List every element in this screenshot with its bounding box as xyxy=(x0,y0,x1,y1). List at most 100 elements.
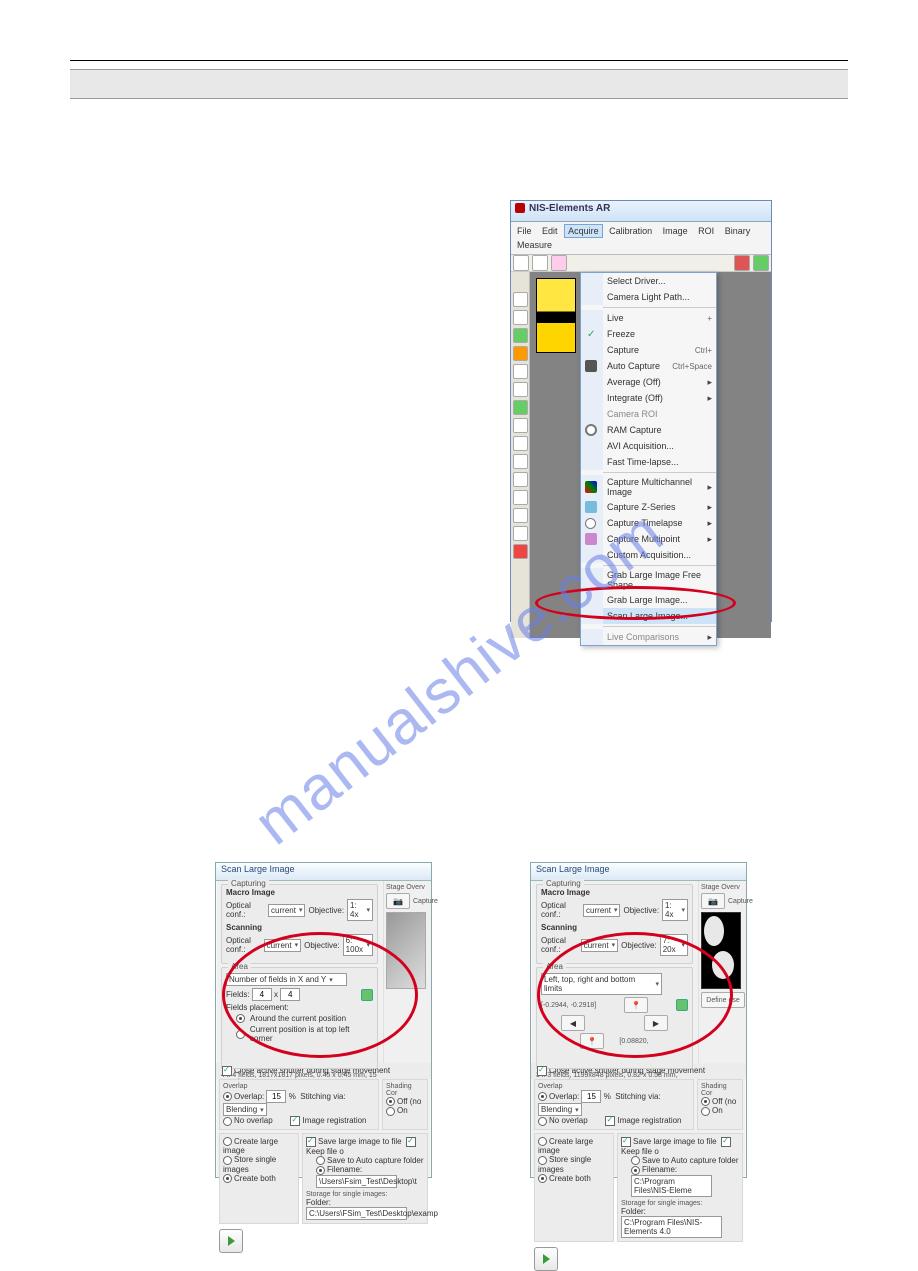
chk-save-large[interactable] xyxy=(306,1137,316,1147)
menu-measure[interactable]: Measure xyxy=(513,238,556,252)
radio-filename[interactable] xyxy=(316,1166,325,1175)
area-mode-select[interactable]: Left, top, right and bottom limits▾ xyxy=(541,973,662,995)
mi-cap-multichannel[interactable]: Capture Multichannel Image▸ xyxy=(581,475,716,499)
chk-img-reg[interactable] xyxy=(605,1116,615,1126)
scan-optconf-select[interactable]: current▾ xyxy=(581,939,618,952)
menu-roi[interactable]: ROI xyxy=(694,224,718,238)
radio-shading-off[interactable] xyxy=(386,1097,395,1106)
macro-optconf-select[interactable]: current▾ xyxy=(583,904,620,917)
mi-custom-acq[interactable]: Custom Acquisition... xyxy=(581,547,716,563)
mi-live[interactable]: Live+ xyxy=(581,310,716,326)
capture-btn[interactable]: 📷 xyxy=(701,893,725,909)
mi-avi[interactable]: AVI Acquisition... xyxy=(581,438,716,454)
menu-binary[interactable]: Binary xyxy=(721,224,755,238)
mi-grab-li[interactable]: Grab Large Image... xyxy=(581,592,716,608)
filename-input[interactable]: \Users\Fsim_Test\Desktop\t xyxy=(316,1175,397,1188)
mi-grab-free[interactable]: Grab Large Image Free Shape... xyxy=(581,568,716,592)
define-use-btn[interactable]: Define use xyxy=(701,992,745,1008)
radio-overlap[interactable] xyxy=(223,1092,232,1101)
sidebar-icon[interactable] xyxy=(513,436,528,451)
radio-store-single[interactable] xyxy=(223,1156,232,1165)
sidebar-icon[interactable] xyxy=(513,364,528,379)
chk-img-reg[interactable] xyxy=(290,1116,300,1126)
radio-create-both[interactable] xyxy=(223,1174,232,1183)
fields-y-input[interactable] xyxy=(280,988,300,1001)
radio-store-single[interactable] xyxy=(538,1156,547,1165)
sidebar-icon[interactable] xyxy=(513,544,528,559)
sidebar-icon[interactable] xyxy=(513,526,528,541)
menubar[interactable]: File Edit Acquire Calibration Image ROI … xyxy=(511,222,771,255)
radio-save-auto[interactable] xyxy=(631,1156,640,1165)
menu-image[interactable]: Image xyxy=(659,224,692,238)
stitching-select[interactable]: Blending▾ xyxy=(538,1103,582,1116)
radio-create-large[interactable] xyxy=(538,1137,547,1146)
toolbar-btn[interactable] xyxy=(734,255,750,271)
right-btn[interactable]: ▶ xyxy=(644,1015,668,1031)
macro-obj-select[interactable]: 1: 4x▾ xyxy=(347,899,373,921)
filename-input[interactable]: C:\Program Files\NIS-Eleme xyxy=(631,1175,712,1197)
play-button[interactable] xyxy=(534,1247,558,1271)
mi-camera-light-path[interactable]: Camera Light Path... xyxy=(581,289,716,305)
mi-capture[interactable]: CaptureCtrl+ xyxy=(581,342,716,358)
toolbar-btn[interactable] xyxy=(513,255,529,271)
folder-input[interactable]: C:\Users\FSim_Test\Desktop\examp xyxy=(306,1207,407,1220)
radio-create-large[interactable] xyxy=(223,1137,232,1146)
chk-save-large[interactable] xyxy=(621,1137,631,1147)
radio-no-overlap[interactable] xyxy=(538,1117,547,1126)
stitching-select[interactable]: Blending▾ xyxy=(223,1103,267,1116)
mi-fast-tl[interactable]: Fast Time-lapse... xyxy=(581,454,716,470)
radio-overlap[interactable] xyxy=(538,1092,547,1101)
capture-btn[interactable]: 📷 xyxy=(386,893,410,909)
chk-shutter[interactable] xyxy=(222,1066,232,1076)
mi-cap-timelapse[interactable]: Capture Timelapse▸ xyxy=(581,515,716,531)
sidebar-icon[interactable] xyxy=(513,508,528,523)
radio-shading-off[interactable] xyxy=(701,1097,710,1106)
top-btn[interactable]: 📍 xyxy=(624,997,648,1013)
folder-input[interactable]: C:\Program Files\NIS-Elements 4.0 xyxy=(621,1216,722,1238)
mi-scan-li[interactable]: Scan Large Image... xyxy=(581,608,716,624)
overlap-pct-input[interactable] xyxy=(266,1090,286,1103)
radio-no-overlap[interactable] xyxy=(223,1117,232,1126)
chk-shutter[interactable] xyxy=(537,1066,547,1076)
radio-topleft[interactable] xyxy=(236,1030,245,1039)
mi-select-driver[interactable]: Select Driver... xyxy=(581,273,716,289)
radio-around[interactable] xyxy=(236,1014,245,1023)
left-btn[interactable]: ◀ xyxy=(561,1015,585,1031)
radio-save-auto[interactable] xyxy=(316,1156,325,1165)
acquire-menu[interactable]: Select Driver... Camera Light Path... Li… xyxy=(580,272,717,646)
mi-ram-capture[interactable]: RAM Capture xyxy=(581,422,716,438)
radio-shading-on[interactable] xyxy=(701,1107,710,1116)
menu-file[interactable]: File xyxy=(513,224,536,238)
mi-cap-zseries[interactable]: Capture Z-Series▸ xyxy=(581,499,716,515)
toolbar-btn[interactable] xyxy=(532,255,548,271)
scan-obj-select[interactable]: 7: 20x▾ xyxy=(660,934,688,956)
chk-keep-file[interactable] xyxy=(721,1137,731,1147)
sidebar-icon[interactable] xyxy=(513,382,528,397)
chk-keep-file[interactable] xyxy=(406,1137,416,1147)
sidebar-icon[interactable] xyxy=(513,292,528,307)
radio-create-both[interactable] xyxy=(538,1174,547,1183)
menu-acquire[interactable]: Acquire xyxy=(564,224,603,238)
preview-button[interactable] xyxy=(676,999,688,1011)
mi-average[interactable]: Average (Off)▸ xyxy=(581,374,716,390)
mi-auto-capture[interactable]: Auto CaptureCtrl+Space xyxy=(581,358,716,374)
radio-filename[interactable] xyxy=(631,1166,640,1175)
mi-freeze[interactable]: ✓Freeze xyxy=(581,326,716,342)
macro-obj-select[interactable]: 1: 4x▾ xyxy=(662,899,688,921)
preview-button[interactable] xyxy=(361,989,373,1001)
menu-calibration[interactable]: Calibration xyxy=(605,224,656,238)
mi-cap-multipoint[interactable]: Capture Multipoint▸ xyxy=(581,531,716,547)
mi-integrate[interactable]: Integrate (Off)▸ xyxy=(581,390,716,406)
radio-shading-on[interactable] xyxy=(386,1107,395,1116)
menu-edit[interactable]: Edit xyxy=(538,224,562,238)
toolbar-btn[interactable] xyxy=(753,255,769,271)
sidebar-icon[interactable] xyxy=(513,490,528,505)
sidebar-icon[interactable] xyxy=(513,328,528,343)
sidebar-icon[interactable] xyxy=(513,454,528,469)
play-button[interactable] xyxy=(219,1229,243,1253)
sidebar-icon[interactable] xyxy=(513,418,528,433)
sidebar-icon[interactable] xyxy=(513,346,528,361)
sidebar-icon[interactable] xyxy=(513,310,528,325)
scan-obj-select[interactable]: 6: 100x▾ xyxy=(343,934,373,956)
macro-optconf-select[interactable]: current▾ xyxy=(268,904,305,917)
